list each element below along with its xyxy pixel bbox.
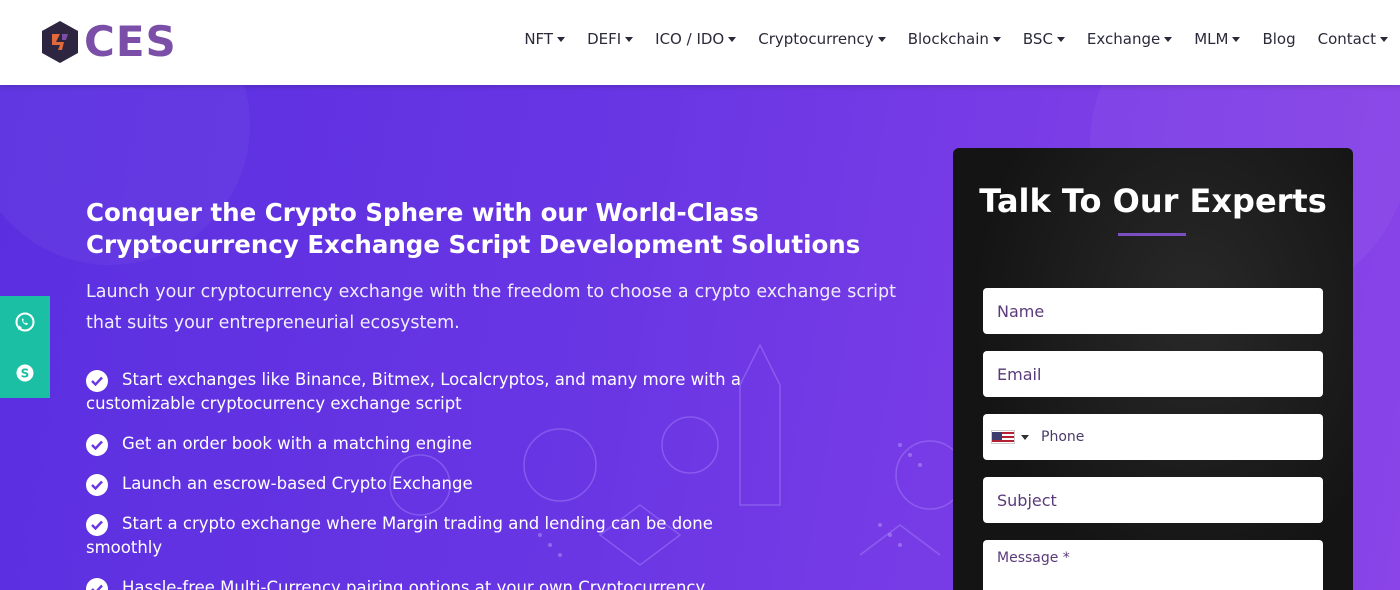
chevron-down-icon	[1380, 36, 1388, 42]
check-circle-icon	[86, 370, 108, 392]
subject-field[interactable]: Subject	[983, 477, 1323, 523]
nav-item-label: Contact	[1317, 30, 1376, 48]
nav-item-label: Blog	[1262, 30, 1296, 48]
feature-text: Hassle-free Multi-Currency pairing optio…	[122, 578, 706, 590]
feature-item: Hassle-free Multi-Currency pairing optio…	[86, 576, 766, 590]
message-field[interactable]: Message *	[983, 540, 1323, 590]
chevron-down-icon	[1232, 36, 1241, 42]
name-placeholder: Name	[997, 301, 1045, 321]
logo-hexagon-icon	[42, 21, 78, 63]
chevron-down-icon	[1164, 36, 1173, 42]
site-header: CES NFT DEFI ICO / IDO Cryptocurrency Blockc…	[0, 0, 1400, 85]
email-field[interactable]: Email	[983, 351, 1323, 397]
main-nav: NFT DEFI ICO / IDO Cryptocurrency Blockchain…	[502, 30, 1388, 48]
contact-form-card: Talk To Our Experts Name Email Phone Sub…	[953, 148, 1353, 590]
nav-item-mlm[interactable]: MLM	[1194, 30, 1241, 48]
nav-item-ico-ido[interactable]: ICO / IDO	[655, 30, 737, 48]
phone-placeholder: Phone	[1041, 429, 1085, 445]
feature-text: Start exchanges like Binance, Bitmex, Lo…	[86, 370, 741, 413]
feature-item: Start exchanges like Binance, Bitmex, Lo…	[86, 368, 766, 416]
feature-text: Get an order book with a matching engine	[122, 434, 472, 453]
nav-item-defi[interactable]: DEFI	[587, 30, 634, 48]
nav-item-exchange[interactable]: Exchange	[1086, 30, 1173, 48]
chevron-down-icon	[728, 36, 737, 42]
nav-item-label: DEFI	[587, 30, 622, 48]
nav-item-label: ICO / IDO	[655, 30, 725, 48]
svg-text:S: S	[21, 366, 30, 380]
us-flag-icon[interactable]	[991, 430, 1015, 444]
skype-icon: S	[16, 364, 34, 381]
message-placeholder: Message *	[997, 550, 1070, 566]
check-circle-icon	[86, 578, 108, 590]
nav-item-contact[interactable]: Contact	[1318, 30, 1388, 48]
subject-placeholder: Subject	[997, 490, 1057, 510]
check-circle-icon	[86, 434, 108, 456]
form-title-underline	[1118, 233, 1186, 236]
chevron-down-icon	[625, 36, 634, 42]
side-contact-bar: S	[0, 296, 50, 398]
nav-item-label: Blockchain	[907, 30, 989, 48]
site-logo[interactable]: CES	[40, 20, 177, 64]
chevron-down-icon	[992, 36, 1001, 42]
chevron-down-icon	[557, 36, 566, 42]
nav-item-cryptocurrency[interactable]: Cryptocurrency	[758, 30, 886, 48]
nav-item-label: Cryptocurrency	[758, 30, 874, 48]
nav-item-blog[interactable]: Blog	[1262, 30, 1295, 48]
hero-section: Conquer the Crypto Sphere with our World…	[0, 85, 1400, 590]
form-title: Talk To Our Experts	[979, 182, 1327, 220]
check-circle-icon	[86, 514, 108, 536]
chevron-down-icon	[877, 36, 886, 42]
nav-item-blockchain[interactable]: Blockchain	[908, 30, 1001, 48]
name-field[interactable]: Name	[983, 288, 1323, 334]
feature-item: Start a crypto exchange where Margin tra…	[86, 512, 766, 560]
feature-item: Get an order book with a matching engine	[86, 432, 766, 456]
whatsapp-button[interactable]	[0, 296, 50, 347]
whatsapp-icon	[15, 312, 35, 331]
hero-title: Conquer the Crypto Sphere with our World…	[86, 198, 861, 259]
feature-text: Launch an escrow-based Crypto Exchange	[122, 474, 473, 493]
feature-item: Launch an escrow-based Crypto Exchange	[86, 472, 766, 496]
email-placeholder: Email	[997, 364, 1042, 384]
nav-item-label: MLM	[1194, 30, 1229, 48]
skype-button[interactable]: S	[0, 347, 50, 398]
chevron-down-icon	[1056, 36, 1065, 42]
feature-list: Start exchanges like Binance, Bitmex, Lo…	[86, 368, 766, 590]
nav-item-nft[interactable]: NFT	[524, 30, 566, 48]
nav-item-label: BSC	[1022, 30, 1053, 48]
nav-item-label: NFT	[524, 30, 554, 48]
nav-item-label: Exchange	[1086, 30, 1161, 48]
nav-item-bsc[interactable]: BSC	[1023, 30, 1065, 48]
phone-field[interactable]: Phone	[983, 414, 1323, 460]
hero-subtitle: Launch your cryptocurrency exchange with…	[86, 282, 896, 333]
logo-text: CES	[84, 17, 177, 66]
check-circle-icon	[86, 474, 108, 496]
feature-text: Start a crypto exchange where Margin tra…	[86, 514, 713, 557]
country-dropdown-caret-icon[interactable]	[1021, 434, 1029, 440]
